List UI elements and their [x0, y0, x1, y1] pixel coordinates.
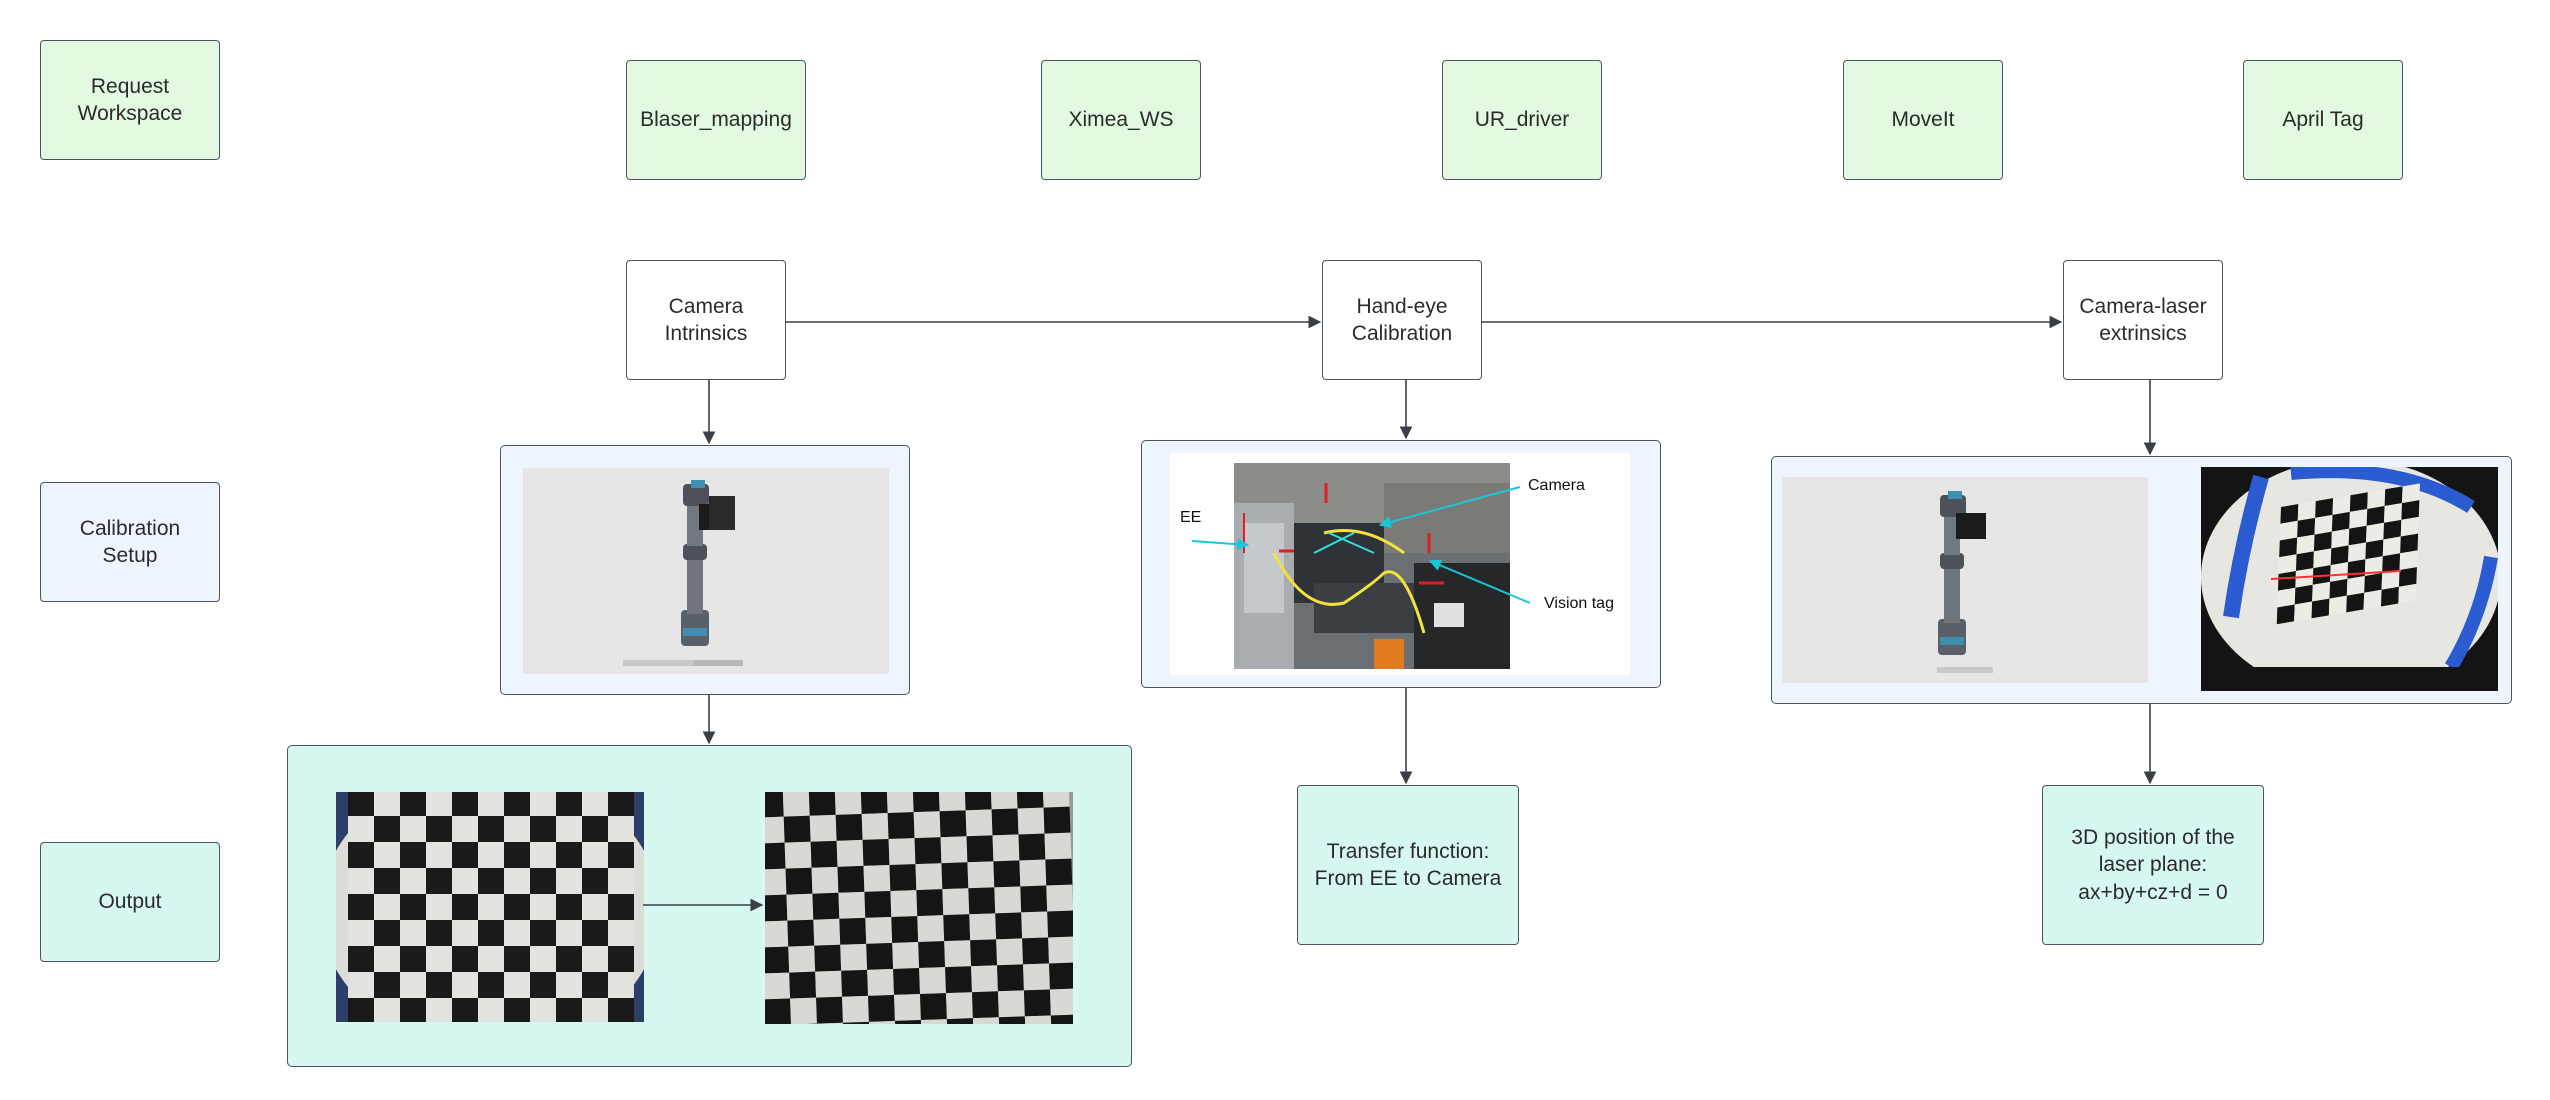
connectors	[643, 315, 2157, 912]
